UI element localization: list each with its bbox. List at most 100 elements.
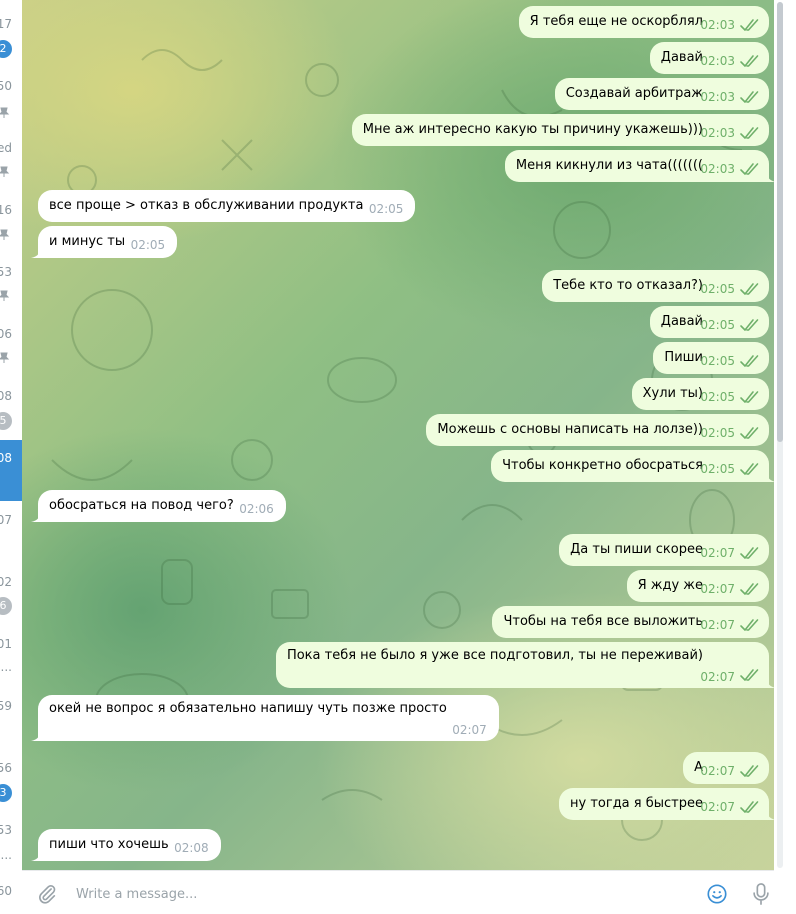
- incoming-message[interactable]: окей не вопрос я обязательно напишу чуть…: [31, 695, 499, 741]
- emoji-icon[interactable]: [706, 883, 728, 905]
- chat-list-unread-badge: 3: [0, 784, 12, 802]
- message-composer: [22, 870, 774, 914]
- outgoing-message[interactable]: Тебе кто то отказал?) 02:05: [542, 270, 769, 302]
- scrollbar-thumb[interactable]: [777, 2, 783, 442]
- message-time: 02:07: [700, 764, 735, 778]
- message-text: Хули ты): [642, 386, 703, 401]
- pin-icon: [0, 290, 10, 305]
- message-text: Давай: [660, 50, 703, 65]
- chat-list-time: 02: [0, 575, 12, 589]
- double-check-icon: [739, 387, 761, 407]
- message-time: 02:05: [700, 426, 735, 440]
- bubble-tail: [31, 729, 41, 741]
- message-time: 02:07: [700, 618, 735, 632]
- message-text: Меня кикнули из чата(((((((: [515, 158, 703, 173]
- bubble-tail: [31, 849, 41, 861]
- double-check-icon: [739, 279, 761, 299]
- message-time: 02:08: [174, 841, 209, 855]
- double-check-icon: [739, 159, 761, 179]
- chat-list-time: 01: [0, 637, 12, 651]
- message-time: 02:03: [700, 162, 735, 176]
- outgoing-message[interactable]: А 02:07: [683, 752, 769, 784]
- chat-list-strip: 17 2 50 ed 16 53 06 08 5 08 07 02 6 01... 59 56 3 53... 60: [0, 0, 22, 913]
- outgoing-message[interactable]: Можешь с основы написать на лолзе)) 02:05: [426, 414, 769, 446]
- message-time: 02:03: [700, 54, 735, 68]
- message-text: Я тебя еще не оскорблял: [529, 14, 703, 29]
- outgoing-message[interactable]: Я жду же 02:07: [626, 570, 769, 602]
- chat-list-time: 50: [0, 79, 12, 93]
- outgoing-message[interactable]: Чтобы конкретно обосраться 02:05: [491, 450, 776, 482]
- message-text: Пиши: [664, 350, 703, 365]
- bubble-tail: [31, 510, 41, 522]
- outgoing-message[interactable]: Создавай арбитраж 02:03: [554, 78, 769, 110]
- message-time: 02:03: [700, 126, 735, 140]
- double-check-icon: [739, 797, 761, 817]
- message-time: 02:05: [700, 390, 735, 404]
- message-time: 02:05: [700, 354, 735, 368]
- message-text: Пока тебя не было я уже все подготовил, …: [286, 648, 703, 663]
- message-text: Да ты пиши скорее: [570, 542, 703, 557]
- double-check-icon: [739, 123, 761, 143]
- paperclip-icon[interactable]: [36, 883, 58, 905]
- chat-list-time: 53: [0, 823, 12, 837]
- message-time: 02:05: [700, 318, 735, 332]
- message-text: Мне аж интересно какую ты причину укажеш…: [362, 122, 703, 137]
- message-text: все проще > отказ в обслуживании продукт…: [49, 198, 364, 213]
- outgoing-message[interactable]: Да ты пиши скорее 02:07: [559, 534, 769, 566]
- message-time: 02:05: [130, 238, 166, 252]
- outgoing-message[interactable]: ну тогда я быстрее 02:07: [559, 788, 776, 820]
- chat-list-time: 59: [0, 699, 12, 713]
- chat-list-active-item[interactable]: [0, 440, 22, 501]
- message-time: 02:05: [700, 282, 735, 296]
- microphone-icon[interactable]: [750, 882, 772, 906]
- chat-list-unread-badge: 5: [0, 412, 12, 430]
- message-time: 02:03: [700, 18, 735, 32]
- chat-list-time: ...: [0, 848, 12, 862]
- double-check-icon: [739, 665, 761, 685]
- message-time: 02:03: [700, 90, 735, 104]
- message-input[interactable]: [74, 881, 638, 907]
- message-time: 02:05: [368, 202, 404, 216]
- chat-list-time: 56: [0, 761, 12, 775]
- chat-list-time: 06: [0, 327, 12, 341]
- message-text: Я жду же: [637, 578, 703, 593]
- scrollbar[interactable]: [777, 2, 783, 868]
- message-time: 02:07: [452, 723, 487, 737]
- pin-icon: [0, 107, 10, 122]
- message-text: Можешь с основы написать на лолзе)): [437, 422, 703, 437]
- outgoing-message[interactable]: Пока тебя не было я уже все подготовил, …: [275, 642, 776, 688]
- chat-list-unread-badge: 6: [0, 597, 12, 615]
- outgoing-message[interactable]: Чтобы на тебя все выложить 02:07: [492, 606, 769, 638]
- message-time: 02:05: [700, 462, 735, 476]
- outgoing-message[interactable]: Пиши 02:05: [653, 342, 769, 374]
- pin-icon: [0, 166, 10, 181]
- double-check-icon: [739, 459, 761, 479]
- outgoing-message[interactable]: Мне аж интересно какую ты причину укажеш…: [351, 114, 769, 146]
- outgoing-message[interactable]: Меня кикнули из чата(((((((02:03: [504, 150, 776, 182]
- bubble-tail: [31, 246, 41, 258]
- outgoing-message[interactable]: Хули ты) 02:05: [631, 378, 769, 410]
- double-check-icon: [739, 315, 761, 335]
- chat-list-time: 08: [0, 451, 12, 465]
- message-text: окей не вопрос я обязательно напишу чуть…: [49, 701, 447, 716]
- outgoing-message[interactable]: Я тебя еще не оскорблял 02:03: [518, 6, 769, 38]
- message-time: 02:06: [239, 502, 274, 516]
- message-text: и минус ты: [49, 234, 126, 249]
- double-check-icon: [739, 351, 761, 371]
- chat-list-time: 16: [0, 203, 12, 217]
- outgoing-message[interactable]: Давай 02:03: [649, 42, 769, 74]
- chat-list-time: 17: [0, 17, 12, 31]
- double-check-icon: [739, 761, 761, 781]
- pin-icon: [0, 229, 10, 244]
- double-check-icon: [739, 87, 761, 107]
- incoming-message[interactable]: все проще > отказ в обслуживании продукт…: [38, 190, 416, 222]
- incoming-message[interactable]: пиши что хочешь 02:08: [31, 829, 221, 861]
- message-time: 02:07: [700, 546, 735, 560]
- message-text: Чтобы на тебя все выложить: [503, 614, 703, 629]
- incoming-message[interactable]: и минус ты 02:05: [31, 226, 178, 258]
- incoming-message[interactable]: обосраться на повод чего? 02:06: [31, 490, 286, 522]
- message-text: ну тогда я быстрее: [570, 796, 703, 811]
- message-text: обосраться на повод чего?: [49, 498, 234, 513]
- message-text: пиши что хочешь: [49, 837, 169, 852]
- outgoing-message[interactable]: Давай 02:05: [649, 306, 769, 338]
